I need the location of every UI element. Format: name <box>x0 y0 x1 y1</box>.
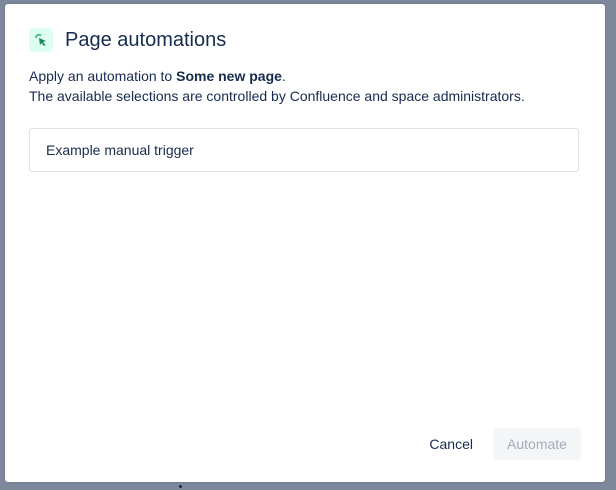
automate-button[interactable]: Automate <box>493 428 581 460</box>
description-suffix: . <box>281 68 286 84</box>
page-name: Some new page <box>176 68 282 84</box>
automation-cursor-icon <box>29 28 53 52</box>
automation-option[interactable]: Example manual trigger <box>29 128 579 172</box>
page-automations-dialog: Page automations Apply an automation to … <box>5 4 605 482</box>
description-line2: The available selections are controlled … <box>29 88 525 104</box>
dialog-header: Page automations <box>29 28 226 52</box>
automation-option-label: Example manual trigger <box>46 142 194 158</box>
description-text: Apply an automation to <box>29 68 177 84</box>
dialog-footer: Cancel Automate <box>417 428 581 460</box>
background-dot <box>179 485 182 488</box>
cancel-button[interactable]: Cancel <box>417 428 485 460</box>
dialog-description: Apply an automation to Some new page. Th… <box>29 66 525 106</box>
dialog-title: Page automations <box>65 28 227 51</box>
